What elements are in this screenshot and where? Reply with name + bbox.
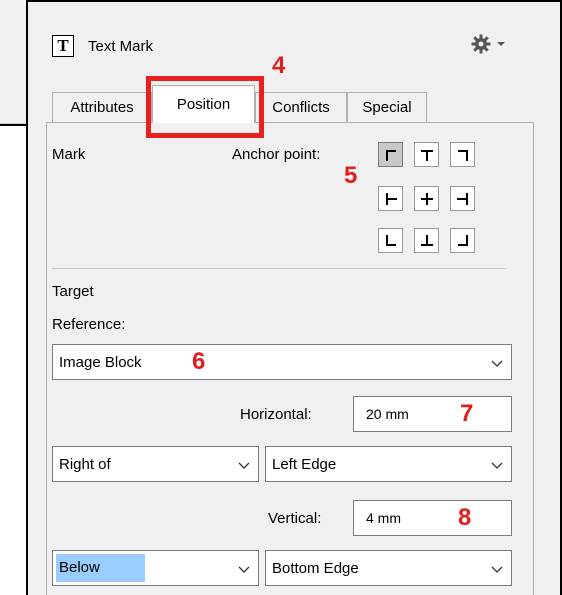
callout-number-8: 8 <box>458 504 472 531</box>
gear-icon <box>471 34 491 54</box>
horizontal-relation-select[interactable]: Right of <box>52 446 259 482</box>
callout-number-5: 5 <box>344 162 358 189</box>
anchor-bottom-left-icon <box>385 234 396 246</box>
reference-value: Image Block <box>59 353 142 371</box>
chevron-down-icon <box>491 360 503 367</box>
panel-border-top <box>26 0 562 2</box>
callout-number-7: 7 <box>460 400 474 427</box>
anchor-top-center-button[interactable] <box>414 142 439 167</box>
anchor-middle-left-icon <box>385 192 397 205</box>
vertical-edge-value: Bottom Edge <box>272 559 359 577</box>
reference-label: Reference: <box>52 316 126 333</box>
section-divider <box>52 268 506 269</box>
vertical-offset-value: 4 mm <box>366 510 401 526</box>
anchor-top-left-icon <box>385 149 396 161</box>
anchor-middle-left-button[interactable] <box>378 186 403 211</box>
anchor-bottom-right-button[interactable] <box>450 228 475 253</box>
vertical-label: Vertical: <box>268 510 322 527</box>
anchor-bottom-center-button[interactable] <box>414 228 439 253</box>
tab-label: Attributes <box>70 99 134 116</box>
anchor-middle-right-button[interactable] <box>450 186 475 211</box>
vertical-relation-value: Below <box>56 554 145 582</box>
target-section-label: Target <box>52 283 94 300</box>
anchor-point-label: Anchor point: <box>232 146 321 163</box>
horizontal-offset-value: 20 mm <box>366 406 409 422</box>
tab-conflicts[interactable]: Conflicts <box>255 92 347 122</box>
tab-special[interactable]: Special <box>347 92 427 122</box>
horizontal-relation-value: Right of <box>59 455 111 473</box>
horizontal-edge-value: Left Edge <box>272 455 337 473</box>
horizontal-edge-select[interactable]: Left Edge <box>265 446 512 482</box>
callout-number-4: 4 <box>272 52 286 79</box>
anchor-top-right-button[interactable] <box>450 142 475 167</box>
anchor-top-left-button[interactable] <box>378 142 403 167</box>
anchor-bottom-left-button[interactable] <box>378 228 403 253</box>
chevron-down-icon <box>497 42 505 46</box>
horizontal-label: Horizontal: <box>240 406 312 423</box>
chevron-down-icon <box>238 462 250 469</box>
tab-attributes[interactable]: Attributes <box>52 92 152 122</box>
text-mark-icon: T <box>52 35 74 57</box>
anchor-center-button[interactable] <box>414 186 439 211</box>
callout-box-position-tab <box>146 76 264 138</box>
anchor-middle-right-icon <box>456 192 468 205</box>
panel-title: Text Mark <box>88 37 154 55</box>
callout-number-6: 6 <box>192 348 206 375</box>
anchor-center-icon <box>420 192 433 205</box>
panel-header: T Text Mark <box>52 30 153 62</box>
vertical-relation-select[interactable]: Below <box>52 550 259 586</box>
chevron-down-icon <box>491 566 503 573</box>
mark-section-label: Mark <box>52 146 86 163</box>
tab-label: Special <box>362 99 412 116</box>
tab-label: Conflicts <box>272 99 330 116</box>
anchor-bottom-right-icon <box>457 234 468 246</box>
reference-select[interactable]: Image Block <box>52 344 512 380</box>
anchor-top-right-icon <box>457 149 468 161</box>
anchor-top-center-icon <box>420 149 433 161</box>
settings-menu-button[interactable] <box>470 30 514 58</box>
horizontal-offset-input[interactable]: 20 mm <box>353 396 512 432</box>
vertical-offset-input[interactable]: 4 mm <box>353 500 512 536</box>
vertical-edge-select[interactable]: Bottom Edge <box>265 550 512 586</box>
chevron-down-icon <box>238 566 250 573</box>
anchor-bottom-center-icon <box>420 234 433 246</box>
chevron-down-icon <box>491 462 503 469</box>
